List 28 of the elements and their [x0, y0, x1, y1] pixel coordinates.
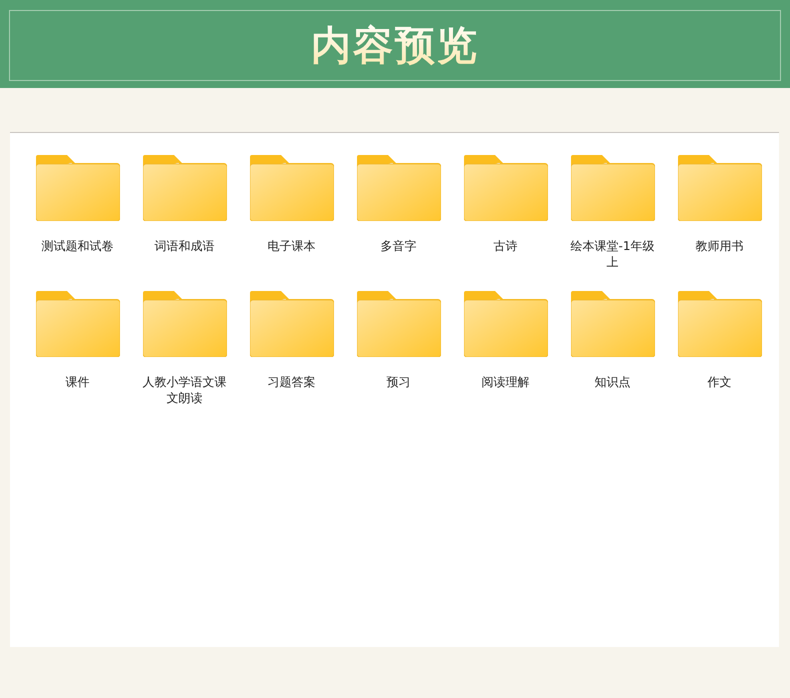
- folder-name: 古诗: [492, 238, 518, 254]
- folder-name: 测试题和试卷: [40, 238, 114, 254]
- folder-name: 绘本课堂-1年级上: [570, 238, 656, 270]
- folder-icon[interactable]: [36, 291, 120, 357]
- folder-icon[interactable]: [36, 155, 120, 221]
- folder-icon[interactable]: [678, 291, 762, 357]
- folder-icon[interactable]: [464, 155, 548, 221]
- folder-name: 多音字: [380, 238, 418, 254]
- folder-icon[interactable]: [678, 155, 762, 221]
- folder-icon[interactable]: [570, 291, 654, 357]
- folder-icon[interactable]: [464, 291, 548, 357]
- folder-name: 知识点: [594, 374, 632, 390]
- folder-name: 阅读理解: [480, 374, 530, 390]
- folder-icon[interactable]: [356, 155, 440, 221]
- folder-name: 教师用书: [694, 238, 744, 254]
- folder-name: 词语和成语: [154, 238, 216, 254]
- folder-icon[interactable]: [142, 291, 226, 357]
- folder-icon[interactable]: [142, 155, 226, 221]
- folder-icon[interactable]: [250, 291, 334, 357]
- folder-name: 电子课本: [266, 238, 316, 254]
- folder-name: 作文: [706, 374, 732, 390]
- folder-icon[interactable]: [570, 155, 654, 221]
- folder-name: 人教小学语文课文朗读: [142, 374, 228, 406]
- folder-name: 预习: [386, 374, 412, 390]
- folder-icon[interactable]: [356, 291, 440, 357]
- folder-name: 课件: [64, 374, 90, 390]
- folder-icon[interactable]: [250, 155, 334, 221]
- folder-name: 习题答案: [266, 374, 316, 390]
